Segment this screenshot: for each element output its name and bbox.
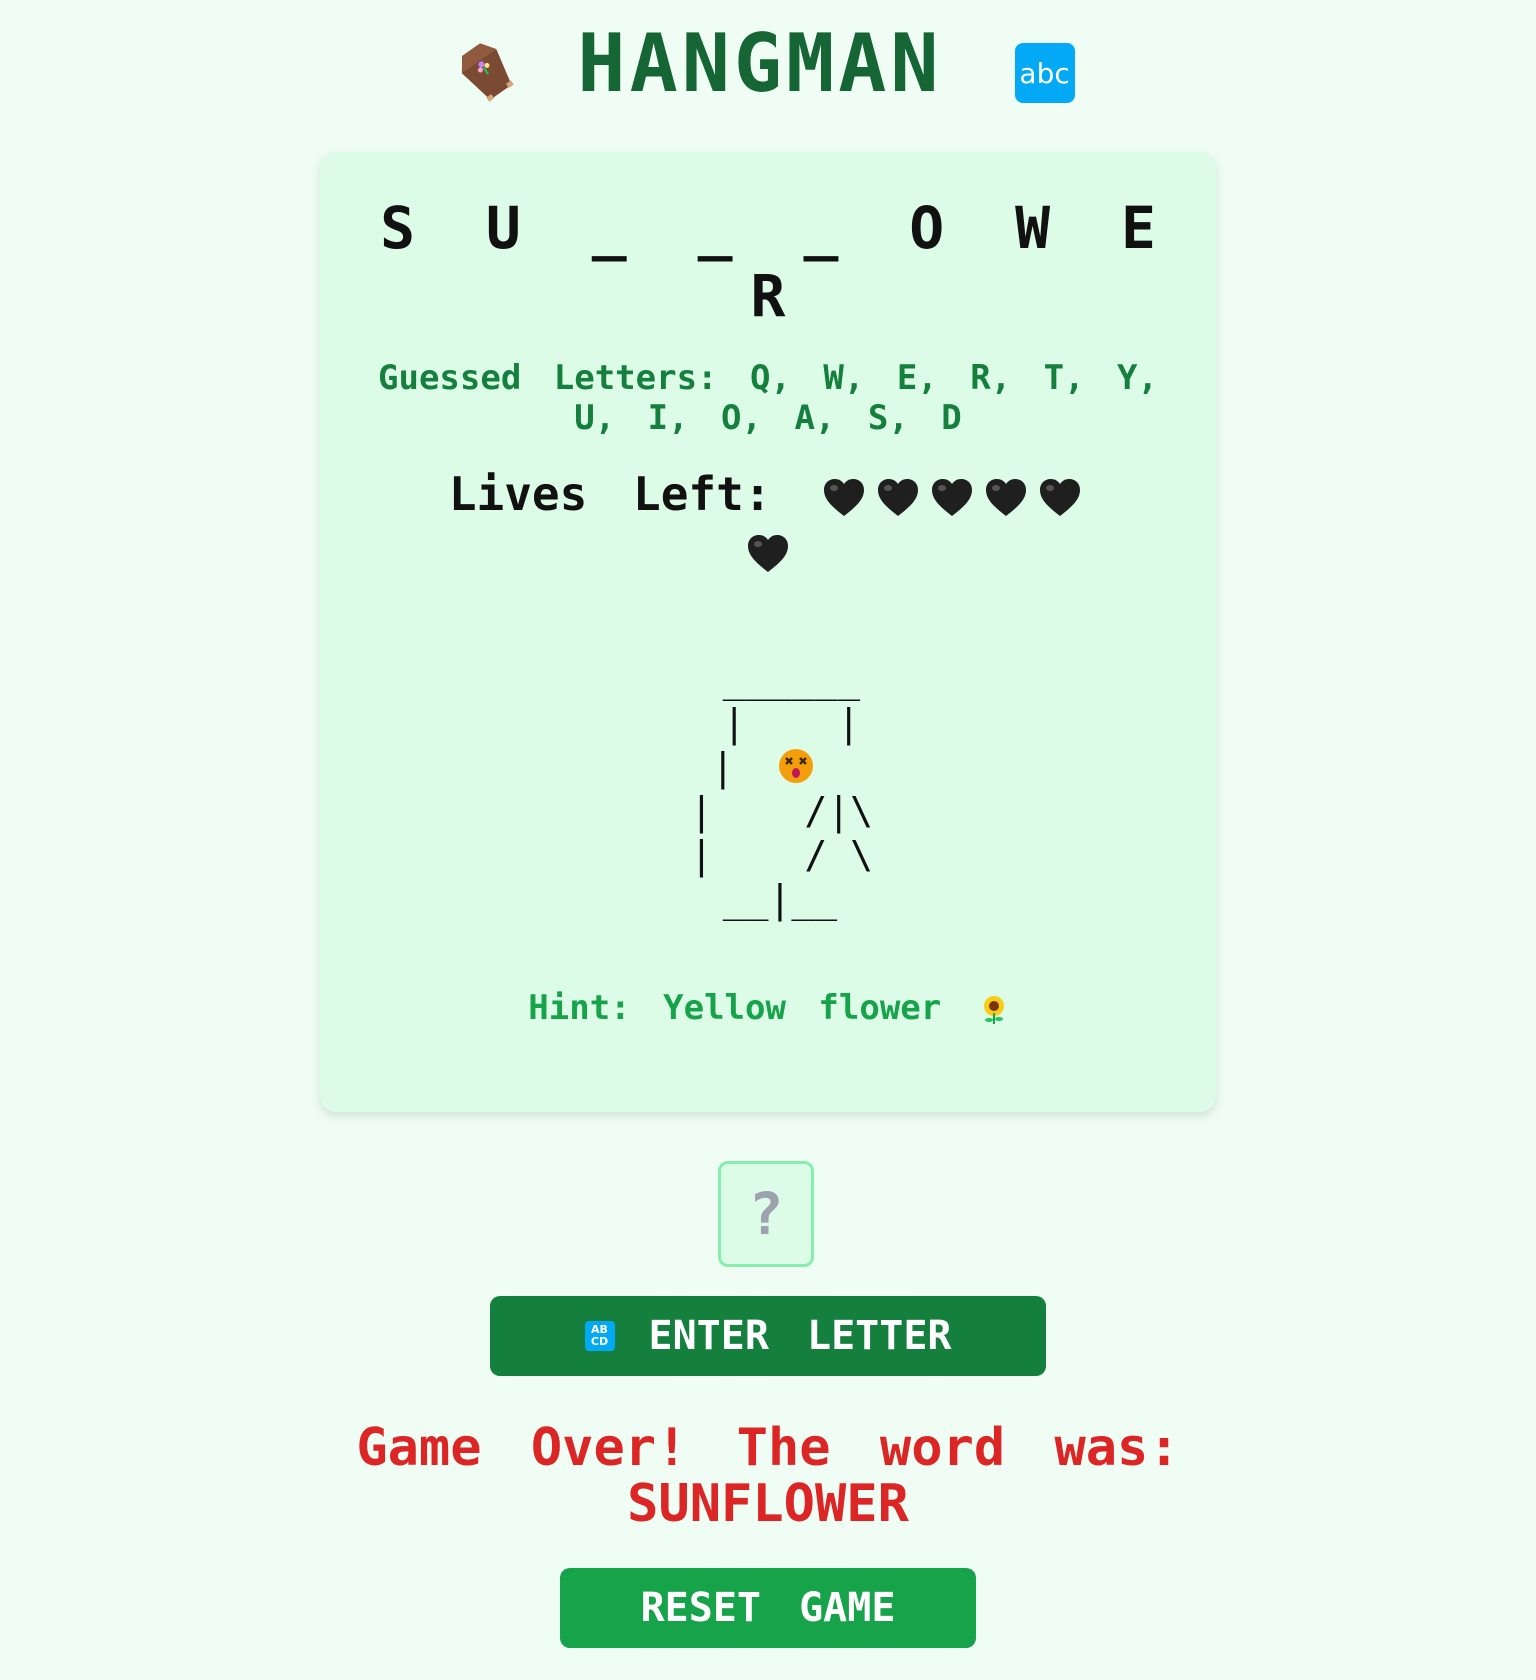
abcd-icon: AB CD	[584, 1321, 615, 1351]
game-card: S U _ _ _ O W E R Guessed Letters: Q, W,…	[320, 152, 1216, 1112]
black-heart-icon	[986, 478, 1027, 516]
dizzy-face-icon	[779, 749, 813, 783]
abc-icon: abc	[1014, 43, 1075, 103]
game-title: HANGMAN	[577, 17, 943, 110]
guessed-letters: Guessed Letters: Q, W, E, R, T, Y, U, I,…	[350, 358, 1186, 438]
black-heart-icon	[932, 478, 973, 516]
lives-hearts	[741, 467, 1087, 577]
gallows-art: ______ | | | | /|\ | / \ __|__	[690, 657, 874, 921]
black-heart-icon	[748, 534, 788, 572]
hint-label: Hint:	[528, 988, 631, 1028]
sunflower-icon	[983, 995, 1004, 1024]
word-display: S U _ _ _ O W E R	[380, 194, 1156, 330]
enter-letter-button[interactable]: AB CD ENTER LETTER	[490, 1296, 1046, 1376]
black-heart-icon	[824, 478, 865, 516]
black-heart-icon	[1040, 478, 1081, 516]
black-heart-icon	[878, 478, 919, 516]
lives-left-label: Lives Left:	[448, 467, 772, 521]
reset-game-button[interactable]: RESET GAME	[560, 1568, 976, 1648]
enter-letter-label: ENTER LETTER	[648, 1313, 952, 1359]
header: HANGMAN abc	[0, 24, 1536, 104]
lives-left: Lives Left:	[340, 466, 1196, 578]
coffin-icon	[462, 43, 515, 102]
hint-text: Yellow flower	[663, 988, 942, 1028]
hint: Hint: Yellow flower	[340, 988, 1196, 1028]
hangman-page: HANGMAN abc S U _ _ _ O W E R Guessed Le…	[0, 0, 1536, 1680]
guessed-letters-label: Guessed Letters:	[378, 358, 718, 398]
game-over-message: Game Over! The word was: SUNFLOWER	[356, 1418, 1180, 1534]
letter-input[interactable]: ?	[718, 1161, 814, 1267]
